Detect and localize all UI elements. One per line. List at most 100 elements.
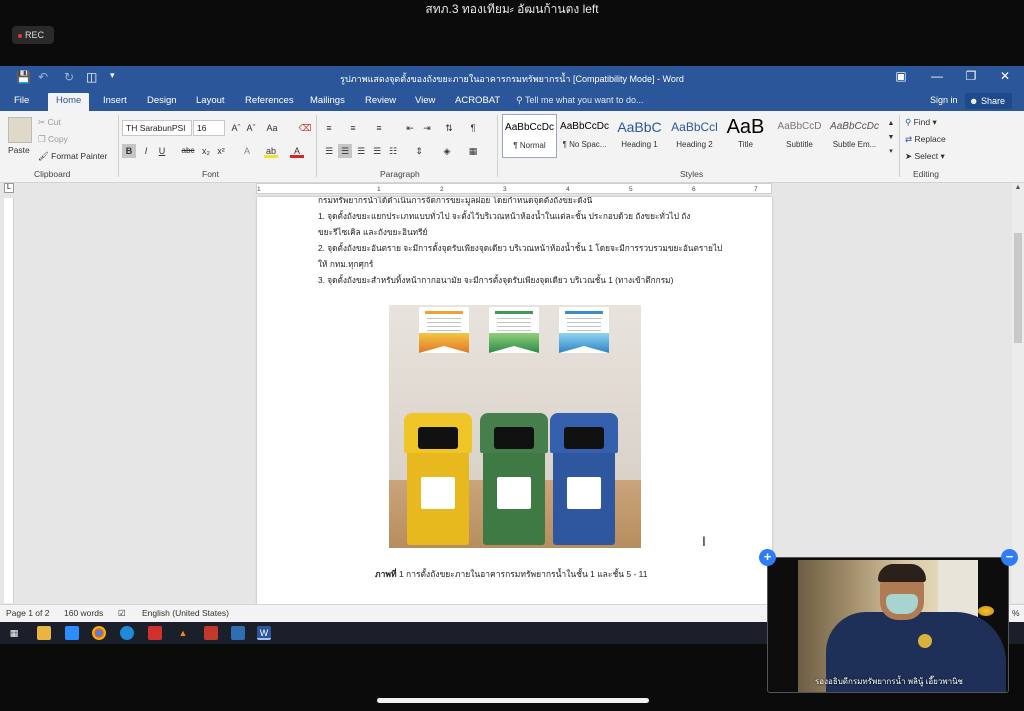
tab-mailings[interactable]: Mailings (302, 93, 353, 111)
borders-icon[interactable]: ▦ (466, 144, 480, 158)
italic-icon[interactable]: I (139, 144, 153, 158)
flower-decoration (978, 606, 994, 616)
subscript-icon[interactable]: x₂ (199, 144, 213, 158)
bullets-icon[interactable]: ≡ (322, 121, 336, 135)
vertical-ruler[interactable] (4, 198, 14, 603)
style-heading-2[interactable]: AaBbCcl Heading 2 (667, 114, 722, 158)
style-subtle-emphasis[interactable]: AaBbCcDc Subtle Em... (827, 114, 882, 158)
bold-icon[interactable]: B (122, 144, 136, 158)
language-indicator[interactable]: English (United States) (142, 608, 229, 618)
tab-file[interactable]: File (6, 93, 37, 111)
word-count[interactable]: 160 words (64, 608, 103, 618)
word-taskbar-icon[interactable]: W (257, 626, 271, 640)
text-effects-icon[interactable]: A (240, 144, 254, 158)
font-name-select[interactable]: TH SarabunPSI (122, 120, 192, 136)
tab-selector[interactable]: L (4, 183, 14, 193)
cut-button[interactable]: ✂ Cut (38, 117, 61, 128)
tab-review[interactable]: Review (357, 93, 404, 111)
tab-design[interactable]: Design (139, 93, 185, 111)
file-explorer-icon[interactable] (37, 626, 51, 640)
zoom-level[interactable]: % (1012, 608, 1020, 618)
styles-scroll-up-icon[interactable]: ▲ (884, 117, 898, 131)
pdf-reader-icon[interactable] (204, 626, 218, 640)
acrobat-icon[interactable] (148, 626, 162, 640)
style-sample: AaBbCcDc (830, 121, 879, 132)
underline-icon[interactable]: U (155, 144, 169, 158)
sort-icon[interactable]: ⇅ (442, 121, 456, 135)
clear-formatting-icon[interactable]: ⌫ (298, 121, 312, 135)
tab-acrobat[interactable]: ACROBAT (447, 93, 508, 111)
font-size-select[interactable]: 16 (193, 120, 225, 136)
sign-in-link[interactable]: Sign in (930, 95, 958, 105)
decrease-indent-icon[interactable]: ⇤ (403, 121, 417, 135)
style-heading-1[interactable]: AaBbC Heading 1 (612, 114, 667, 158)
scroll-thumb[interactable] (1014, 233, 1022, 343)
tab-layout[interactable]: Layout (188, 93, 233, 111)
home-indicator[interactable] (377, 698, 649, 703)
shrink-font-icon[interactable]: Aˇ (244, 121, 258, 135)
zoom-app-icon[interactable] (65, 626, 79, 640)
paste-icon[interactable] (8, 117, 32, 143)
style-no-spacing[interactable]: AaBbCcDc ¶ No Spac... (557, 114, 612, 158)
banner-recycle-waste (559, 307, 609, 353)
align-left-icon[interactable]: ☰ (322, 144, 336, 158)
style-subtitle[interactable]: AaBbCcD Subtitle (772, 114, 827, 158)
minimize-icon[interactable]: — (922, 69, 952, 87)
tell-me-box[interactable]: ⚲ Tell me what you want to do... (516, 95, 644, 106)
document-page[interactable]: กรมทรัพยากรน้ำได้ดำเนินการจัดการขยะมูลฝอ… (257, 197, 772, 622)
align-right-icon[interactable]: ☰ (354, 144, 368, 158)
replace-button[interactable]: ⇄ Replace (905, 134, 946, 145)
shading-icon[interactable]: ◈ (440, 144, 454, 158)
format-painter-button[interactable]: 🖌 Format Painter (38, 151, 107, 162)
paragraph-group-label: Paragraph (380, 169, 420, 179)
style-title[interactable]: AaB Title (718, 114, 773, 158)
copy-button[interactable]: ❐ Copy (38, 134, 68, 145)
tab-insert[interactable]: Insert (95, 93, 135, 111)
edge-icon[interactable] (120, 626, 134, 640)
grow-font-icon[interactable]: Aˆ (229, 121, 243, 135)
change-case-icon[interactable]: Aa (265, 121, 279, 135)
chrome-icon[interactable] (92, 626, 106, 640)
collapse-video-button[interactable]: − (1001, 549, 1018, 566)
style-normal[interactable]: AaBbCcDc ¶ Normal (502, 114, 557, 158)
tab-home[interactable]: Home (48, 93, 90, 111)
proofing-icon[interactable]: ☑ (118, 608, 126, 619)
styles-scroll-down-icon[interactable]: ▼ (884, 131, 898, 145)
find-button[interactable]: ⚲ Find ▾ (905, 117, 937, 128)
person-icon: ☻ (969, 96, 981, 106)
font-color-icon[interactable]: A (290, 144, 304, 158)
highlight-icon[interactable]: ab (264, 144, 278, 158)
paste-button[interactable]: Paste (8, 145, 30, 155)
increase-indent-icon[interactable]: ⇥ (420, 121, 434, 135)
share-button[interactable]: ☻ Share (965, 93, 1012, 109)
expand-video-button[interactable]: + (759, 549, 776, 566)
photos-icon[interactable] (231, 626, 245, 640)
styles-more-icon[interactable]: ▾ (884, 145, 898, 159)
close-icon[interactable]: ✕ (990, 69, 1020, 87)
participant-name: รองอธิบดีกรมทรัพยากรน้ำ พลินู้ เอี๊ยวพาน… (815, 677, 963, 686)
scroll-up-icon[interactable]: ▲ (1013, 184, 1023, 194)
ruler-tick-label: 1 (377, 186, 381, 193)
tab-references[interactable]: References (237, 93, 302, 111)
rec-label: REC (25, 30, 45, 40)
show-marks-icon[interactable]: ¶ (466, 121, 480, 135)
line-spacing-icon[interactable]: ⇕ (412, 144, 426, 158)
vlc-icon[interactable]: ▲ (176, 626, 190, 640)
ribbon-display-icon[interactable]: ▣ (886, 69, 916, 87)
restore-icon[interactable]: ❐ (956, 69, 986, 87)
distributed-icon[interactable]: ☷ (386, 144, 400, 158)
justify-icon[interactable]: ☰ (370, 144, 384, 158)
strikethrough-icon[interactable]: abc (181, 144, 195, 158)
windows-start-icon[interactable]: ▦ (7, 626, 21, 640)
select-button[interactable]: ➤ Select ▾ (905, 151, 945, 162)
align-center-icon[interactable]: ☰ (338, 144, 352, 158)
page-count[interactable]: Page 1 of 2 (6, 608, 49, 618)
horizontal-ruler[interactable]: 1 1 2 3 4 5 6 7 (256, 183, 772, 194)
superscript-icon[interactable]: x² (214, 144, 228, 158)
numbering-icon[interactable]: ≡ (346, 121, 360, 135)
recycling-bins-photo[interactable] (389, 305, 641, 548)
vertical-scrollbar[interactable]: ▲ (1012, 183, 1024, 603)
tab-view[interactable]: View (407, 93, 443, 111)
multilevel-list-icon[interactable]: ≡ (372, 121, 386, 135)
participant-video[interactable]: รองอธิบดีกรมทรัพยากรน้ำ พลินู้ เอี๊ยวพาน… (767, 557, 1009, 693)
